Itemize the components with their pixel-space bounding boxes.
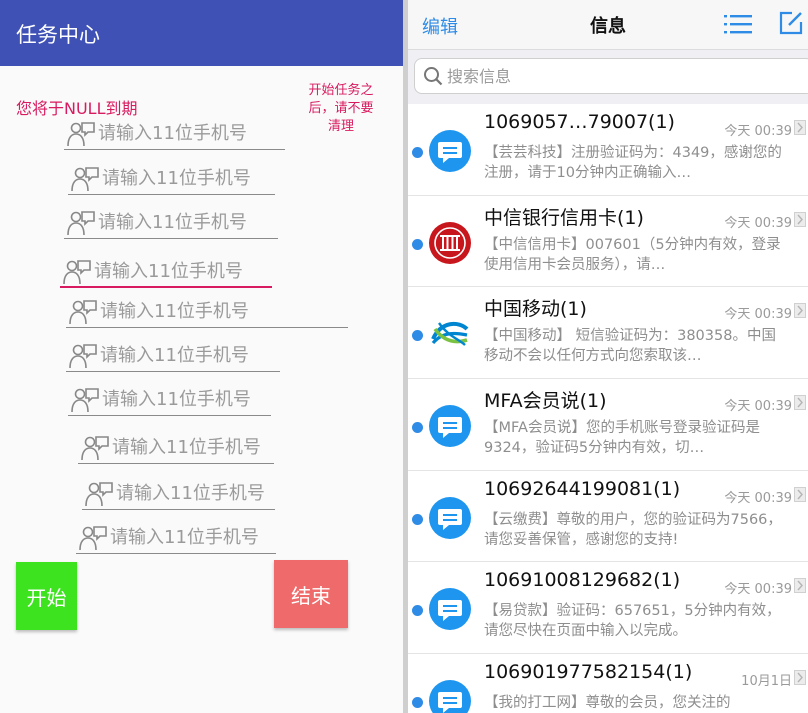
unread-dot [412,422,423,434]
message-sender: 10692644199081(1) [484,477,681,500]
app-bar: 任务中心 [0,0,403,66]
user-phone-icon [81,436,109,461]
message-sender: 中信银行信用卡(1) [484,206,644,229]
message-preview: 【中信信用卡】007601（5分钟内有效，登录使用信用卡会员服务），请… [484,236,781,273]
chevron-right-icon [794,395,806,411]
user-phone-icon [71,388,99,413]
unread-dot [412,513,423,525]
phone-input[interactable] [100,342,280,368]
phone-field[interactable] [60,254,272,288]
message-sender: 106901977582154(1) [484,661,693,684]
unread-dot [412,697,423,709]
user-phone-icon [79,526,107,551]
unread-dot [412,147,423,158]
phone-field[interactable] [78,430,274,464]
phone-field[interactable] [66,294,348,328]
chevron-right-icon [794,211,806,227]
message-preview: 【易贷款】验证码：657651，5分钟内有效，请您尽快在页面中输入以完成。 [484,603,781,640]
phone-field[interactable] [76,520,276,554]
messages-screen: 编辑 信息 1069057…79007(1) 今天 00:39 【芸芸科技】注册验证… [408,0,808,713]
chevron-right-icon [794,303,806,319]
user-phone-icon [67,211,95,236]
message-row[interactable]: 106901977582154(1) 10月1日 【我的打工网】尊敬的会员，您关注的 [408,654,808,713]
user-phone-icon [71,167,99,192]
chat-bubble-icon [429,130,471,172]
chevron-right-icon [794,670,806,686]
user-phone-icon [67,122,95,147]
chevron-right-icon [794,578,806,594]
unread-dot [412,238,423,250]
citic-bank-logo [429,221,471,264]
message-row[interactable]: MFA会员说(1) 今天 00:39 【MFA会员说】您的手机账号登录验证码是932… [408,379,808,471]
phone-field[interactable] [82,476,275,510]
phone-field[interactable] [64,205,278,239]
chat-bubble-icon [429,405,471,448]
message-time: 今天 00:39 [724,215,792,231]
chat-bubble-icon [429,588,471,631]
phone-input[interactable] [116,480,275,506]
message-preview: 【云缴费】尊敬的用户，您的验证码为7566，请您妥善保管，感谢您的支持! [484,511,782,548]
search-bar [408,50,808,104]
message-time: 10月1日 [741,674,792,690]
message-sender: 中国移动(1) [484,298,587,321]
phone-input[interactable] [94,258,272,284]
nav-bar: 编辑 信息 [408,0,808,50]
chat-bubble-icon [429,680,471,713]
message-preview: 【我的打工网】尊敬的会员，您关注的 [484,695,731,712]
phone-input[interactable] [98,120,285,146]
warning-notice: 开始任务之后，请不要清理 [308,83,374,134]
message-row[interactable]: 中信银行信用卡(1) 今天 00:39 【中信信用卡】007601（5分钟内有效，登… [408,196,808,288]
unread-dot [412,605,423,617]
message-time: 今天 00:39 [724,582,792,598]
phone-field[interactable] [68,161,275,195]
task-center-screen: 任务中心 您将于NULL到期 开始任务之后，请不要清理 开始 结束 [0,0,403,713]
message-preview: 【MFA会员说】您的手机账号登录验证码是9324，验证码5分钟内有效，切… [484,420,760,457]
chat-bubble-icon [429,496,471,539]
compose-icon[interactable] [778,10,804,36]
message-row[interactable]: 10691008129682(1) 今天 00:39 【易贷款】验证码：657651… [408,562,808,655]
page-title: 任务中心 [16,23,100,47]
message-row[interactable]: 1069057…79007(1) 今天 00:39 【芸芸科技】注册验证码为：434… [408,104,808,196]
message-preview: 【中国移动】 短信验证码为：380358。中国移动不会以任何方式向您索取该… [484,328,776,365]
message-sender: MFA会员说(1) [484,390,607,413]
chevron-right-icon [794,486,806,502]
phone-field[interactable] [64,116,285,150]
phone-input[interactable] [102,386,271,412]
phone-input[interactable] [98,209,278,235]
user-phone-icon [85,482,113,507]
phone-input[interactable] [102,165,275,191]
message-time: 今天 00:39 [724,490,792,506]
search-icon [424,67,443,86]
start-button[interactable]: 开始 [16,562,77,630]
phone-field[interactable] [66,338,280,372]
phone-input[interactable] [112,434,274,460]
chevron-right-icon [794,120,806,135]
message-time: 今天 00:39 [724,307,792,323]
user-phone-icon [63,260,91,285]
message-sender: 10691008129682(1) [484,569,681,592]
unread-dot [412,330,423,342]
phone-field[interactable] [68,382,271,416]
message-sender: 1069057…79007(1) [484,111,675,133]
message-row[interactable]: 10692644199081(1) 今天 00:39 【云缴费】尊敬的用户，您的验证… [408,471,808,563]
message-list: 1069057…79007(1) 今天 00:39 【芸芸科技】注册验证码为：434… [408,104,808,713]
list-icon[interactable] [724,12,752,36]
message-time: 今天 00:39 [724,399,792,415]
message-time: 今天 00:39 [724,124,792,139]
china-mobile-logo [429,313,471,356]
user-phone-icon [69,300,97,325]
message-row[interactable]: 中国移动(1) 今天 00:39 【中国移动】 短信验证码为：380358。中国移动… [408,287,808,380]
phone-input[interactable] [100,298,348,324]
message-preview: 【芸芸科技】注册验证码为：4349，感谢您的注册，请于10分钟内正确输入… [484,145,782,181]
end-button[interactable]: 结束 [274,560,348,628]
search-input[interactable] [447,63,787,89]
phone-input[interactable] [110,524,276,550]
search-box[interactable] [414,58,808,94]
user-phone-icon [69,344,97,369]
